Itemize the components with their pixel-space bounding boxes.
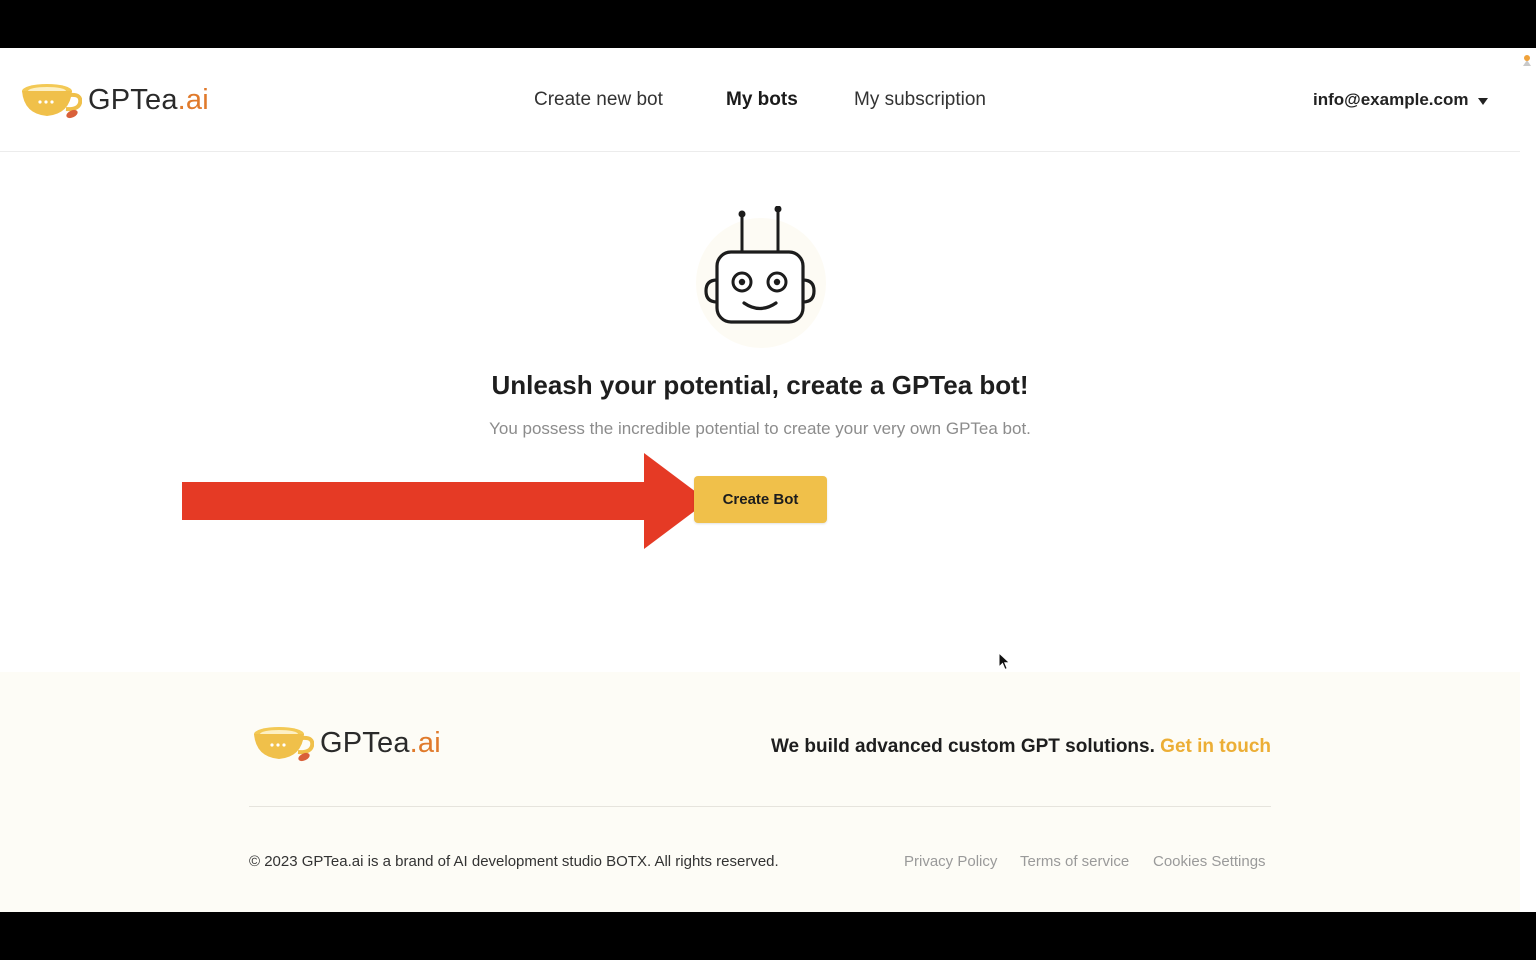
get-in-touch-link[interactable]: Get in touch	[1160, 736, 1271, 757]
header-logo[interactable]: GPTea.ai	[20, 80, 209, 120]
robot-icon	[704, 206, 816, 324]
tagline-text: We build advanced custom GPT solutions.	[770, 736, 1155, 757]
footer-tagline: We build advanced custom GPT solutions. …	[740, 736, 1271, 758]
copyright-text: © 2023 GPTea.ai is a brand of AI develop…	[249, 853, 779, 870]
robot-illustration	[692, 206, 828, 354]
nav-my-subscription[interactable]: My subscription	[854, 89, 986, 111]
letterbox-top	[0, 0, 1536, 48]
account-menu[interactable]: info@example.com	[1313, 90, 1489, 110]
teacup-logo-icon	[22, 84, 82, 119]
empty-state-subline: You possess the incredible potential to …	[489, 419, 1031, 438]
brand-name: GPTea	[88, 83, 178, 116]
nav-my-bots[interactable]: My bots	[726, 89, 798, 111]
footer-divider	[249, 806, 1271, 807]
site-footer: GPTea.ai We build advanced custom GPT so…	[0, 672, 1520, 912]
cookies-settings-link[interactable]: Cookies Settings	[1153, 853, 1266, 870]
privacy-policy-link[interactable]: Privacy Policy	[904, 853, 997, 870]
footer-brand-name: GPTea	[320, 726, 410, 759]
terms-of-service-link[interactable]: Terms of service	[1020, 853, 1129, 870]
scrollbar-indicator	[1524, 55, 1530, 61]
footer-brand-suffix: .ai	[409, 726, 441, 759]
site-header: GPTea.ai Create new bot My bots My subsc…	[0, 48, 1520, 152]
nav-create-new-bot[interactable]: Create new bot	[534, 89, 663, 111]
account-email: info@example.com	[1313, 90, 1469, 109]
letterbox-bottom	[0, 912, 1536, 960]
teacup-logo-icon	[254, 727, 314, 762]
footer-brand-wordmark: GPTea.ai	[320, 727, 441, 760]
red-arrow-icon	[182, 453, 708, 549]
create-bot-button[interactable]: Create Bot	[694, 476, 827, 523]
mouse-cursor-icon	[998, 652, 1011, 671]
footer-logo[interactable]: GPTea.ai	[252, 723, 441, 763]
brand-suffix: .ai	[177, 83, 209, 116]
caret-down-icon	[1478, 97, 1489, 105]
brand-wordmark: GPTea.ai	[88, 84, 209, 117]
empty-state-headline: Unleash your potential, create a GPTea b…	[491, 370, 1029, 400]
page: GPTea.ai Create new bot My bots My subsc…	[0, 48, 1536, 912]
